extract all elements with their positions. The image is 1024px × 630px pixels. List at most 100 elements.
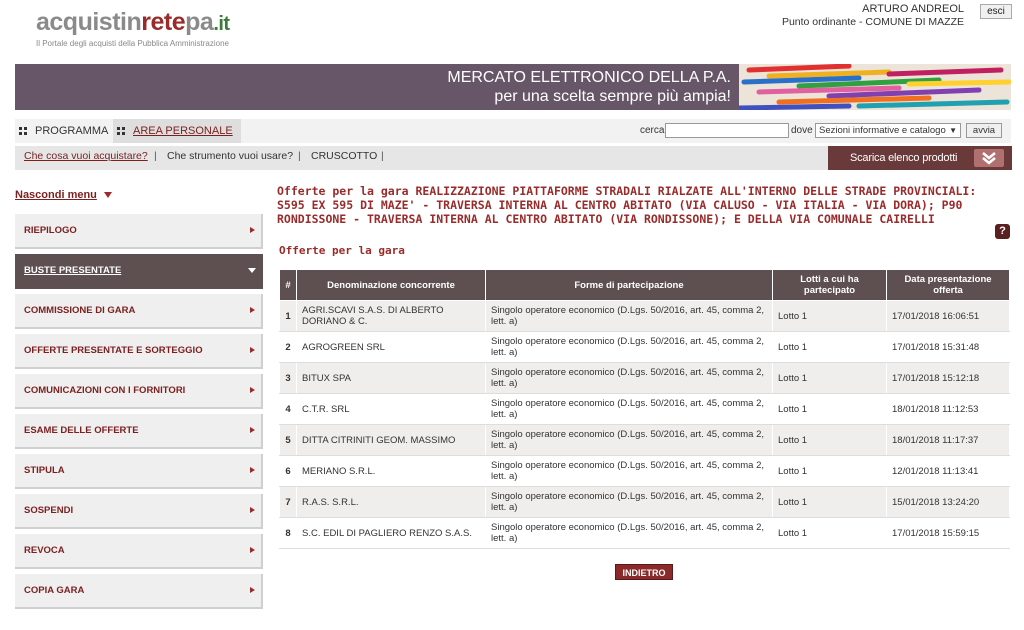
download-products-button[interactable]: Scarica elenco prodotti [828,146,1012,170]
banner-line2: per una scelta sempre più ampia! [494,88,731,105]
tab-programma[interactable]: PROGRAMMA [15,119,111,143]
row-participation-form: Singolo operatore economico (D.Lgs. 50/2… [485,455,773,487]
row-date: 17/01/2018 15:12:18 [886,362,1010,394]
sidebar-item-comunicazioni[interactable]: COMUNICAZIONI CON I FORNITORI [15,374,263,409]
col-header-lots: Lotti a cui ha partecipato [772,269,887,301]
row-company-name: DITTA CITRINITI GEOM. MASSIMO [296,424,486,456]
sidebar-item-label: STIPULA [24,465,65,476]
row-date: 17/01/2018 15:31:48 [886,331,1010,363]
sidebar-item-copia-gara[interactable]: COPIA GARA [15,574,263,609]
row-date: 17/01/2018 15:59:15 [886,517,1010,549]
row-lot: Lotto 1 [772,362,887,394]
tab-area-personale[interactable]: AREA PERSONALE [113,119,241,143]
row-company-name: S.C. EDIL DI PAGLIERO RENZO S.A.S. [296,517,486,549]
table-row: 1 AGRI.SCAVI S.A.S. DI ALBERTO DORIANO &… [279,300,1010,332]
sidebar-item-buste-presentate[interactable]: BUSTE PRESENTATE [15,254,263,289]
row-participation-form: Singolo operatore economico (D.Lgs. 50/2… [485,300,773,332]
sidebar-item-label: RIEPILOGO [24,225,77,236]
back-button[interactable]: INDIETRO [615,564,673,580]
subnav-what-to-buy[interactable]: Che cosa vuoi acquistare? [24,146,148,166]
sidebar-item-label: OFFERTE PRESENTATE E SORTEGGIO [24,345,203,356]
logo-text-part3: pa [185,8,214,36]
promo-banner: MERCATO ELETTRONICO DELLA P.A. per una s… [15,64,1011,110]
double-chevron-down-icon [974,149,1004,167]
search-scope-select[interactable]: Sezioni informative e catalogo ▼ [815,123,961,138]
caret-right-icon [250,467,255,473]
sidebar-item-revoca[interactable]: REVOCA [15,534,263,569]
site-logo[interactable]: acquistinretepa.it Il Portale degli acqu… [36,8,230,48]
caret-right-icon [250,387,255,393]
table-row: 7 R.A.S. S.R.L. Singolo operatore econom… [279,486,1010,518]
table-row: 4 C.T.R. SRL Singolo operatore economico… [279,393,1010,425]
dropdown-arrow-icon: ▼ [949,126,957,135]
row-lot: Lotto 1 [772,486,887,518]
question-icon[interactable]: ? [995,224,1010,239]
row-number: 5 [279,424,297,456]
col-header-number: # [279,269,297,301]
subnav-separator: | [154,150,157,162]
caret-right-icon [250,427,255,433]
row-company-name: R.A.S. S.R.L. [296,486,486,518]
caret-down-icon [248,268,256,273]
row-date: 18/01/2018 11:12:53 [886,393,1010,425]
tab-programma-label: PROGRAMMA [35,125,109,137]
row-participation-form: Singolo operatore economico (D.Lgs. 50/2… [485,424,773,456]
subnav-cruscotto[interactable]: CRUSCOTTO [311,146,377,166]
row-number: 6 [279,455,297,487]
row-number: 8 [279,517,297,549]
row-date: 18/01/2018 11:17:37 [886,424,1010,456]
row-company-name: BITUX SPA [296,362,486,394]
table-row: 3 BITUX SPA Singolo operatore economico … [279,362,1010,394]
sidebar-item-label: COMUNICAZIONI CON I FORNITORI [24,385,186,396]
row-lot: Lotto 1 [772,331,887,363]
grid-icon [117,127,125,135]
sidebar-item-sospendi[interactable]: SOSPENDI [15,494,263,529]
logout-button[interactable]: esci [980,4,1012,19]
banner-line1: MERCATO ELETTRONICO DELLA P.A. [447,69,731,86]
grid-icon [19,127,27,135]
subnav-separator: | [298,150,301,162]
caret-down-icon [104,192,112,198]
user-role: Punto ordinante - COMUNE DI MAZZE [781,16,964,28]
offers-table: # Denominazione concorrente Forme di par… [279,269,1010,549]
caret-right-icon [250,507,255,513]
sidebar-item-commissione-di-gara[interactable]: COMMISSIONE DI GARA [15,294,263,329]
caret-right-icon [250,227,255,233]
caret-right-icon [250,547,255,553]
row-lot: Lotto 1 [772,424,887,456]
tab-area-personale-label: AREA PERSONALE [133,125,233,137]
row-participation-form: Singolo operatore economico (D.Lgs. 50/2… [485,362,773,394]
sidebar-item-stipula[interactable]: STIPULA [15,454,263,489]
table-row: 8 S.C. EDIL DI PAGLIERO RENZO S.A.S. Sin… [279,517,1010,549]
caret-right-icon [250,587,255,593]
sidebar-item-riepilogo[interactable]: RIEPILOGO [15,214,263,249]
row-number: 3 [279,362,297,394]
row-company-name: AGRI.SCAVI S.A.S. DI ALBERTO DORIANO & C… [296,300,486,332]
col-header-form: Forme di partecipazione [485,269,773,301]
table-header-row: # Denominazione concorrente Forme di par… [279,269,1010,301]
row-date: 17/01/2018 16:06:51 [886,300,1010,332]
logo-text-part1: acquistin [36,8,142,36]
row-number: 4 [279,393,297,425]
hide-menu-link[interactable]: Nascondi menu [15,189,97,201]
caret-right-icon [250,307,255,313]
search-input[interactable] [665,123,789,138]
row-company-name: AGROGREEN SRL [296,331,486,363]
subnav-separator: | [381,150,384,162]
sidebar-item-label: ESAME DELLE OFFERTE [24,425,139,436]
row-lot: Lotto 1 [772,517,887,549]
row-lot: Lotto 1 [772,300,887,332]
subnav-which-tool[interactable]: Che strumento vuoi usare? [167,146,293,166]
download-products-label: Scarica elenco prodotti [850,152,958,164]
user-name: ARTURO ANDREOL [862,3,964,15]
logo-text-part4: .it [213,13,230,35]
search-go-button[interactable]: avvia [966,123,1002,138]
main-nav: PROGRAMMA AREA PERSONALE cerca dove Sezi… [15,119,1011,143]
sidebar-item-offerte-presentate[interactable]: OFFERTE PRESENTATE E SORTEGGIO [15,334,263,369]
row-company-name: MERIANO S.R.L. [296,455,486,487]
logo-text-part2: rete [141,8,186,36]
row-lot: Lotto 1 [772,455,887,487]
sidebar-item-esame-offerte[interactable]: ESAME DELLE OFFERTE [15,414,263,449]
sidebar-item-label: BUSTE PRESENTATE [24,265,122,276]
row-participation-form: Singolo operatore economico (D.Lgs. 50/2… [485,393,773,425]
